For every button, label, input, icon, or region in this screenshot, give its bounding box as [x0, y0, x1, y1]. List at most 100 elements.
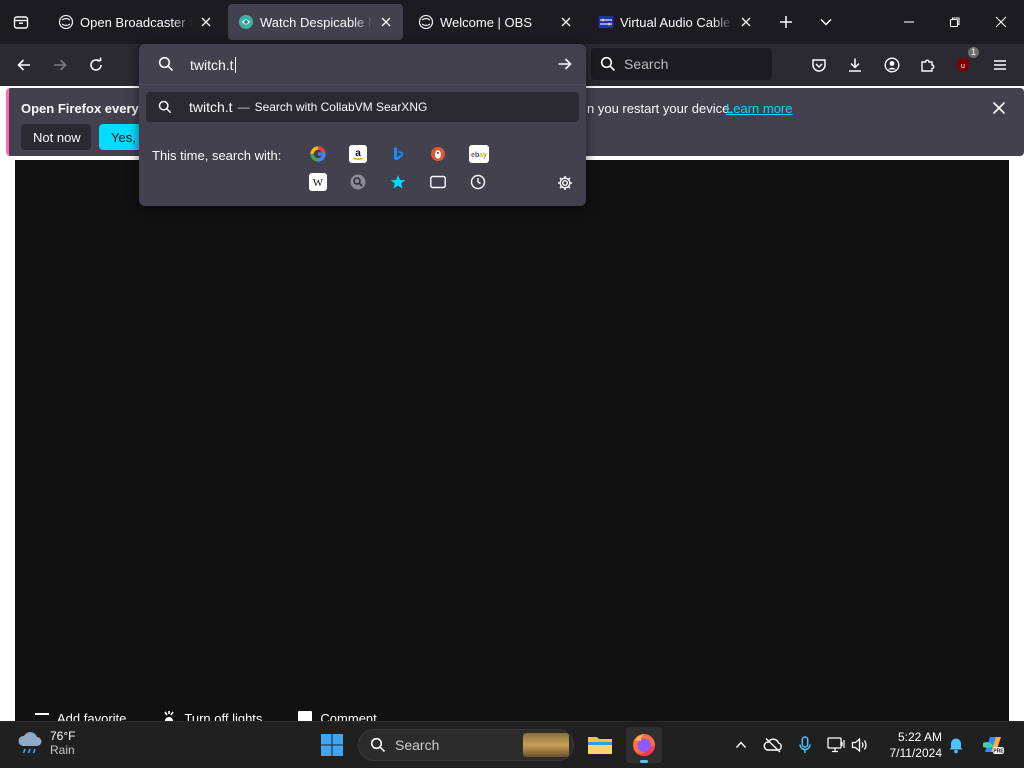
tab-title: Open Broadcaster Software | OBS	[80, 14, 193, 30]
tab-obs-home[interactable]: Open Broadcaster Software | OBS	[48, 4, 223, 40]
active-app-indicator	[640, 760, 648, 763]
windows-logo-icon	[321, 734, 343, 756]
taskbar-firefox[interactable]	[626, 727, 662, 763]
tab-welcome-obs[interactable]: Welcome | OBS	[408, 4, 583, 40]
minimize-button[interactable]	[886, 0, 932, 44]
engine-ebay-button[interactable]: ebay	[469, 145, 489, 163]
downloads-button[interactable]	[839, 49, 871, 81]
suggestion-separator: —	[237, 100, 250, 114]
close-tab-icon[interactable]	[377, 13, 395, 31]
close-icon	[992, 101, 1006, 115]
tab-title: Welcome | OBS	[440, 14, 532, 30]
show-hidden-icons-button[interactable]	[730, 734, 752, 756]
tab-virtual-audio-cable[interactable]: Virtual Audio Cable - Download	[588, 4, 763, 40]
app-menu-button[interactable]	[984, 49, 1016, 81]
vac-site-icon	[598, 16, 614, 28]
svg-text:u: u	[961, 63, 965, 70]
forward-button[interactable]	[44, 49, 76, 81]
engine-wikipedia-button[interactable]: W	[309, 173, 327, 191]
start-button[interactable]	[318, 731, 346, 759]
not-now-button[interactable]: Not now	[21, 124, 91, 150]
taskbar-clock[interactable]: 5:22 AM 7/11/2024	[880, 729, 943, 761]
search-bar[interactable]: Search	[591, 48, 772, 80]
tab-overflow-button[interactable]	[810, 6, 842, 38]
search-highlight-image	[523, 733, 569, 757]
taskbar-search-placeholder: Search	[395, 737, 440, 753]
tray-network[interactable]	[825, 734, 847, 756]
restore-button[interactable]	[932, 0, 978, 44]
video-player[interactable]: Add favorite Turn off lights Comment	[15, 160, 1009, 723]
engine-amazon-button[interactable]: a	[349, 145, 367, 163]
tabs-search-button[interactable]	[429, 173, 447, 191]
restore-icon	[949, 17, 960, 28]
forward-arrow-icon	[54, 59, 67, 71]
engine-google-button[interactable]	[309, 145, 327, 163]
search-bar-placeholder: Search	[624, 56, 669, 72]
back-button[interactable]	[8, 49, 40, 81]
close-tab-icon[interactable]	[557, 13, 575, 31]
new-tab-button[interactable]	[770, 6, 802, 38]
close-icon	[995, 16, 1007, 28]
firefox-icon	[633, 734, 655, 757]
close-window-button[interactable]	[978, 0, 1024, 44]
bing-icon	[394, 147, 403, 161]
star-icon	[390, 175, 406, 189]
wikipedia-icon: W	[313, 177, 324, 189]
tray-microphone[interactable]	[794, 734, 816, 756]
suggestion-action: Search with CollabVM SearXNG	[254, 100, 428, 114]
pocket-button[interactable]	[803, 49, 835, 81]
search-suggestion-row[interactable]: twitch.t — Search with CollabVM SearXNG	[146, 92, 579, 122]
engine-searxng-button[interactable]	[349, 173, 367, 191]
obs-globe-icon	[58, 14, 74, 30]
close-notification-button[interactable]	[987, 96, 1011, 120]
reload-icon	[90, 57, 102, 71]
taskbar-file-explorer[interactable]	[582, 727, 618, 763]
streaming-site-icon	[239, 15, 253, 29]
search-icon	[158, 100, 172, 114]
engine-bing-button[interactable]	[389, 145, 407, 163]
folder-icon	[588, 737, 612, 754]
ublock-button[interactable]: u 1	[947, 47, 979, 81]
close-tab-icon[interactable]	[197, 13, 215, 31]
search-settings-button[interactable]	[555, 173, 575, 193]
account-button[interactable]	[876, 49, 908, 81]
urlbar-popup: twitch.t twitch.t — Search with CollabVM…	[139, 44, 586, 206]
searxng-icon	[350, 174, 366, 190]
url-input[interactable]: twitch.t	[139, 44, 586, 84]
bell-icon	[949, 738, 963, 754]
tray-onedrive[interactable]	[762, 734, 784, 756]
learn-more-link[interactable]: Learn more	[726, 101, 792, 116]
clock-icon	[470, 174, 486, 190]
close-tab-icon[interactable]	[737, 13, 755, 31]
text-caret	[234, 57, 236, 73]
notifications-button[interactable]	[945, 734, 967, 756]
tray-volume[interactable]	[849, 734, 871, 756]
svg-text:W: W	[313, 177, 324, 189]
svg-text:PRE: PRE	[993, 749, 1004, 755]
engine-duckduckgo-button[interactable]	[429, 145, 447, 163]
microphone-icon	[799, 736, 811, 753]
copilot-button[interactable]: PRE	[980, 734, 1006, 756]
list-all-tabs-button[interactable]	[0, 0, 42, 44]
speaker-icon	[851, 737, 867, 753]
go-button[interactable]	[553, 54, 577, 74]
extensions-button[interactable]	[912, 49, 944, 81]
history-search-button[interactable]	[469, 173, 487, 191]
bookmarks-search-button[interactable]	[389, 173, 407, 191]
notification-message-end: n you restart your device.	[587, 101, 733, 116]
hamburger-menu-icon	[994, 60, 1006, 70]
weather-condition: Rain	[50, 743, 75, 757]
tab-strip: Open Broadcaster Software | OBS Watch De…	[0, 0, 1024, 44]
page-content: Add favorite Turn off lights Comment	[0, 160, 1024, 723]
duckduckgo-icon	[431, 147, 445, 161]
back-arrow-icon	[17, 59, 30, 71]
weather-widget[interactable]: 76°F Rain	[16, 729, 75, 757]
reload-button[interactable]	[80, 49, 112, 81]
rain-cloud-icon	[18, 732, 42, 754]
tab-watch-despicable[interactable]: Watch Despicable Me 4	[228, 4, 403, 40]
download-icon	[849, 58, 861, 72]
tab-title: Watch Despicable Me 4	[260, 14, 373, 30]
notification-message: Open Firefox every ti	[21, 101, 151, 116]
minimize-icon	[904, 21, 914, 23]
taskbar-search-box[interactable]: Search	[358, 729, 574, 761]
